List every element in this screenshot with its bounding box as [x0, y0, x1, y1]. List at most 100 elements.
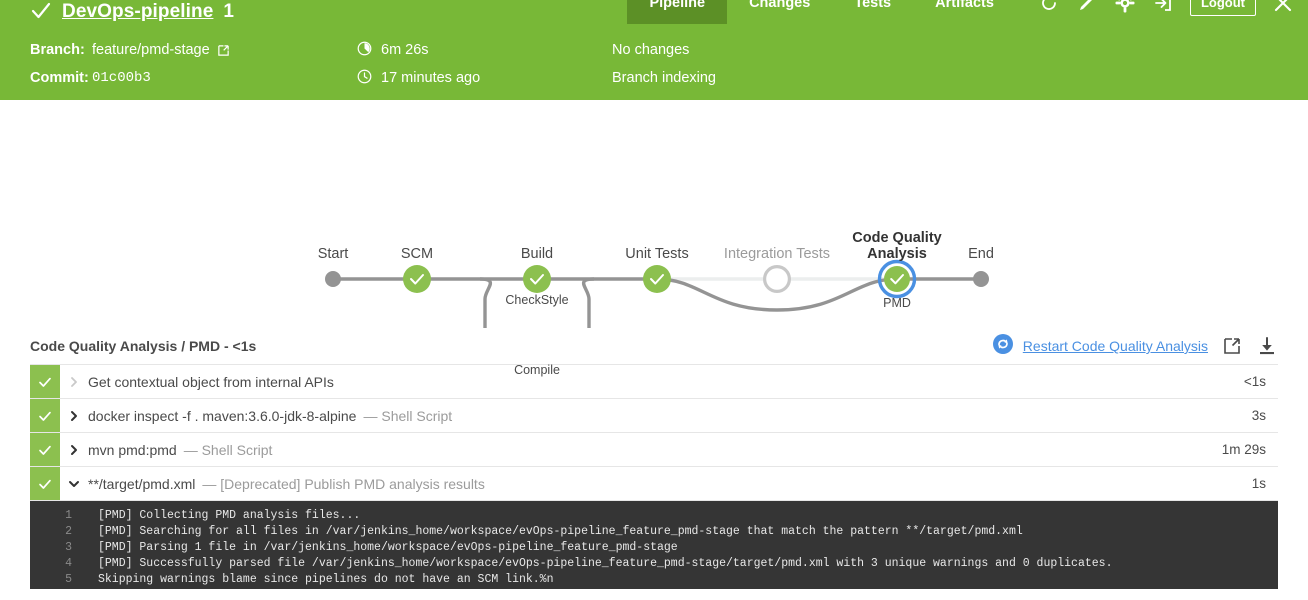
log-line-number: 2	[65, 525, 72, 538]
node-label-checkstyle[interactable]: CheckStyle	[505, 293, 568, 307]
step-status-success-icon	[30, 467, 60, 500]
external-link-icon[interactable]	[217, 44, 230, 57]
tab-artifacts[interactable]: Artifacts	[913, 0, 1016, 24]
stage-label-integration-tests[interactable]: Integration Tests	[724, 246, 830, 262]
step-duration: 1s	[1251, 476, 1266, 491]
run-meta: Branch: feature/pmd-stage 6m 26s No chan…	[0, 24, 1308, 92]
pipeline-graph-svg	[325, 259, 989, 328]
table-row[interactable]: **/target/pmd.xml — [Deprecated] Publish…	[30, 467, 1278, 501]
log-line-number: 3	[65, 541, 72, 554]
logout-arrow-icon[interactable]	[1152, 0, 1174, 14]
stage-label-unit-tests[interactable]: Unit Tests	[625, 246, 688, 262]
step-name: docker inspect -f . maven:3.6.0-jdk-8-al…	[88, 407, 357, 424]
chevron-right-icon[interactable]	[60, 433, 88, 466]
log-line-text: Skipping warnings blame since pipelines …	[98, 573, 554, 586]
node-label-compile[interactable]: Compile	[514, 363, 560, 377]
console-log-wrapper: 1 [PMD] Collecting PMD analysis files...…	[0, 501, 1308, 589]
external-link-icon[interactable]	[1221, 335, 1243, 357]
clock-icon	[357, 69, 372, 88]
duration-clock-icon	[357, 41, 372, 60]
tab-bar: Pipeline Changes Tests Artifacts	[627, 0, 1016, 24]
log-line-number: 4	[65, 557, 72, 570]
log-line: 3 [PMD] Parsing 1 file in /var/jenkins_h…	[30, 540, 1278, 556]
step-status-success-icon	[30, 399, 60, 432]
step-duration: 1m 29s	[1221, 442, 1266, 457]
meta-row-commit: Commit: 01c00b3 17 minutes ago Branch in…	[30, 64, 1308, 92]
header-nav: Pipeline Changes Tests Artifacts Logout	[627, 0, 1308, 24]
refresh-icon[interactable]	[1038, 0, 1060, 14]
changes-value: No changes	[612, 42, 690, 58]
stage-label-scm[interactable]: SCM	[401, 246, 433, 262]
step-main: mvn pmd:pmd — Shell Script	[88, 433, 1222, 466]
logout-button[interactable]: Logout	[1189, 0, 1256, 16]
branch-value-group: feature/pmd-stage	[92, 42, 357, 58]
run-title-block: DevOps-pipeline 1	[0, 0, 234, 24]
stage-label-start[interactable]: Start	[318, 246, 349, 262]
run-header: DevOps-pipeline 1 Pipeline Changes Tests…	[0, 0, 1308, 100]
step-name: Get contextual object from internal APIs	[88, 373, 334, 390]
log-line-text: [PMD] Successfully parsed file /var/jenk…	[98, 557, 1113, 570]
tab-tests[interactable]: Tests	[832, 0, 913, 24]
log-line-number: 5	[65, 573, 72, 586]
log-line: 1 [PMD] Collecting PMD analysis files...	[30, 508, 1278, 524]
log-line-number: 1	[65, 509, 72, 522]
table-row[interactable]: Get contextual object from internal APIs…	[30, 365, 1278, 399]
chevron-right-icon[interactable]	[60, 399, 88, 432]
meta-row-branch: Branch: feature/pmd-stage 6m 26s No chan…	[30, 36, 1308, 64]
tab-changes[interactable]: Changes	[727, 0, 832, 24]
check-icon	[30, 0, 52, 22]
close-icon[interactable]	[1272, 0, 1294, 14]
commit-value: 01c00b3	[92, 70, 151, 86]
branch-label: Branch:	[30, 42, 85, 58]
run-number: 1	[223, 1, 234, 22]
header-top-bar: DevOps-pipeline 1 Pipeline Changes Tests…	[0, 0, 1308, 24]
chevron-down-icon[interactable]	[60, 467, 88, 500]
time-ago-value: 17 minutes ago	[381, 70, 481, 86]
step-name: mvn pmd:pmd	[88, 441, 177, 458]
step-main: Get contextual object from internal APIs	[88, 365, 1244, 398]
stage-label-code-quality-line1[interactable]: Code Quality	[852, 230, 941, 246]
duration-value: 6m 26s	[381, 42, 429, 58]
log-line-text: [PMD] Collecting PMD analysis files...	[98, 509, 361, 522]
step-type: — [Deprecated] Publish PMD analysis resu…	[202, 475, 485, 492]
log-line: 4 [PMD] Successfully parsed file /var/je…	[30, 556, 1278, 572]
step-name: **/target/pmd.xml	[88, 475, 196, 492]
step-duration: 3s	[1251, 408, 1266, 423]
header-action-icons: Logout	[1016, 0, 1308, 24]
step-main: docker inspect -f . maven:3.6.0-jdk-8-al…	[88, 399, 1252, 432]
table-row[interactable]: docker inspect -f . maven:3.6.0-jdk-8-al…	[30, 399, 1278, 433]
tab-pipeline[interactable]: Pipeline	[627, 0, 728, 24]
pipeline-graph: Start SCM Build Unit Tests Integration T…	[0, 100, 1308, 377]
page-title[interactable]: DevOps-pipeline	[62, 2, 213, 22]
chevron-right-icon[interactable]	[60, 365, 88, 398]
results-title: Code Quality Analysis / PMD - <1s	[30, 338, 257, 354]
node-label-pmd[interactable]: PMD	[883, 296, 911, 310]
log-line: 5 Skipping warnings blame since pipeline…	[30, 572, 1278, 588]
commit-label: Commit:	[30, 70, 89, 86]
restart-stage-button[interactable]: Restart Code Quality Analysis	[992, 333, 1208, 360]
run-cause-value: Branch indexing	[612, 70, 716, 86]
stage-label-build[interactable]: Build	[521, 246, 553, 262]
stage-label-code-quality-line2[interactable]: Analysis	[867, 246, 927, 262]
table-row[interactable]: mvn pmd:pmd — Shell Script 1m 29s	[30, 433, 1278, 467]
restart-replay-icon[interactable]	[992, 333, 1014, 360]
duration-group: 6m 26s	[357, 41, 612, 60]
restart-stage-label[interactable]: Restart Code Quality Analysis	[1023, 338, 1208, 354]
console-log[interactable]: 1 [PMD] Collecting PMD analysis files...…	[30, 501, 1278, 589]
results-actions: Restart Code Quality Analysis	[992, 333, 1278, 360]
download-icon[interactable]	[1256, 335, 1278, 357]
step-duration: <1s	[1243, 374, 1266, 389]
gear-icon[interactable]	[1114, 0, 1136, 14]
step-type: — Shell Script	[363, 407, 453, 424]
edit-pencil-icon[interactable]	[1076, 0, 1098, 14]
step-status-success-icon	[30, 365, 60, 398]
step-status-success-icon	[30, 433, 60, 466]
step-type: — Shell Script	[183, 441, 273, 458]
log-line-text: [PMD] Parsing 1 file in /var/jenkins_hom…	[98, 541, 678, 554]
step-list: Get contextual object from internal APIs…	[30, 364, 1278, 501]
branch-value: feature/pmd-stage	[92, 42, 210, 58]
stage-label-end[interactable]: End	[968, 246, 994, 262]
time-ago-group: 17 minutes ago	[357, 69, 612, 88]
step-main: **/target/pmd.xml — [Deprecated] Publish…	[88, 467, 1252, 500]
log-line-text: [PMD] Searching for all files in /var/je…	[98, 525, 1023, 538]
